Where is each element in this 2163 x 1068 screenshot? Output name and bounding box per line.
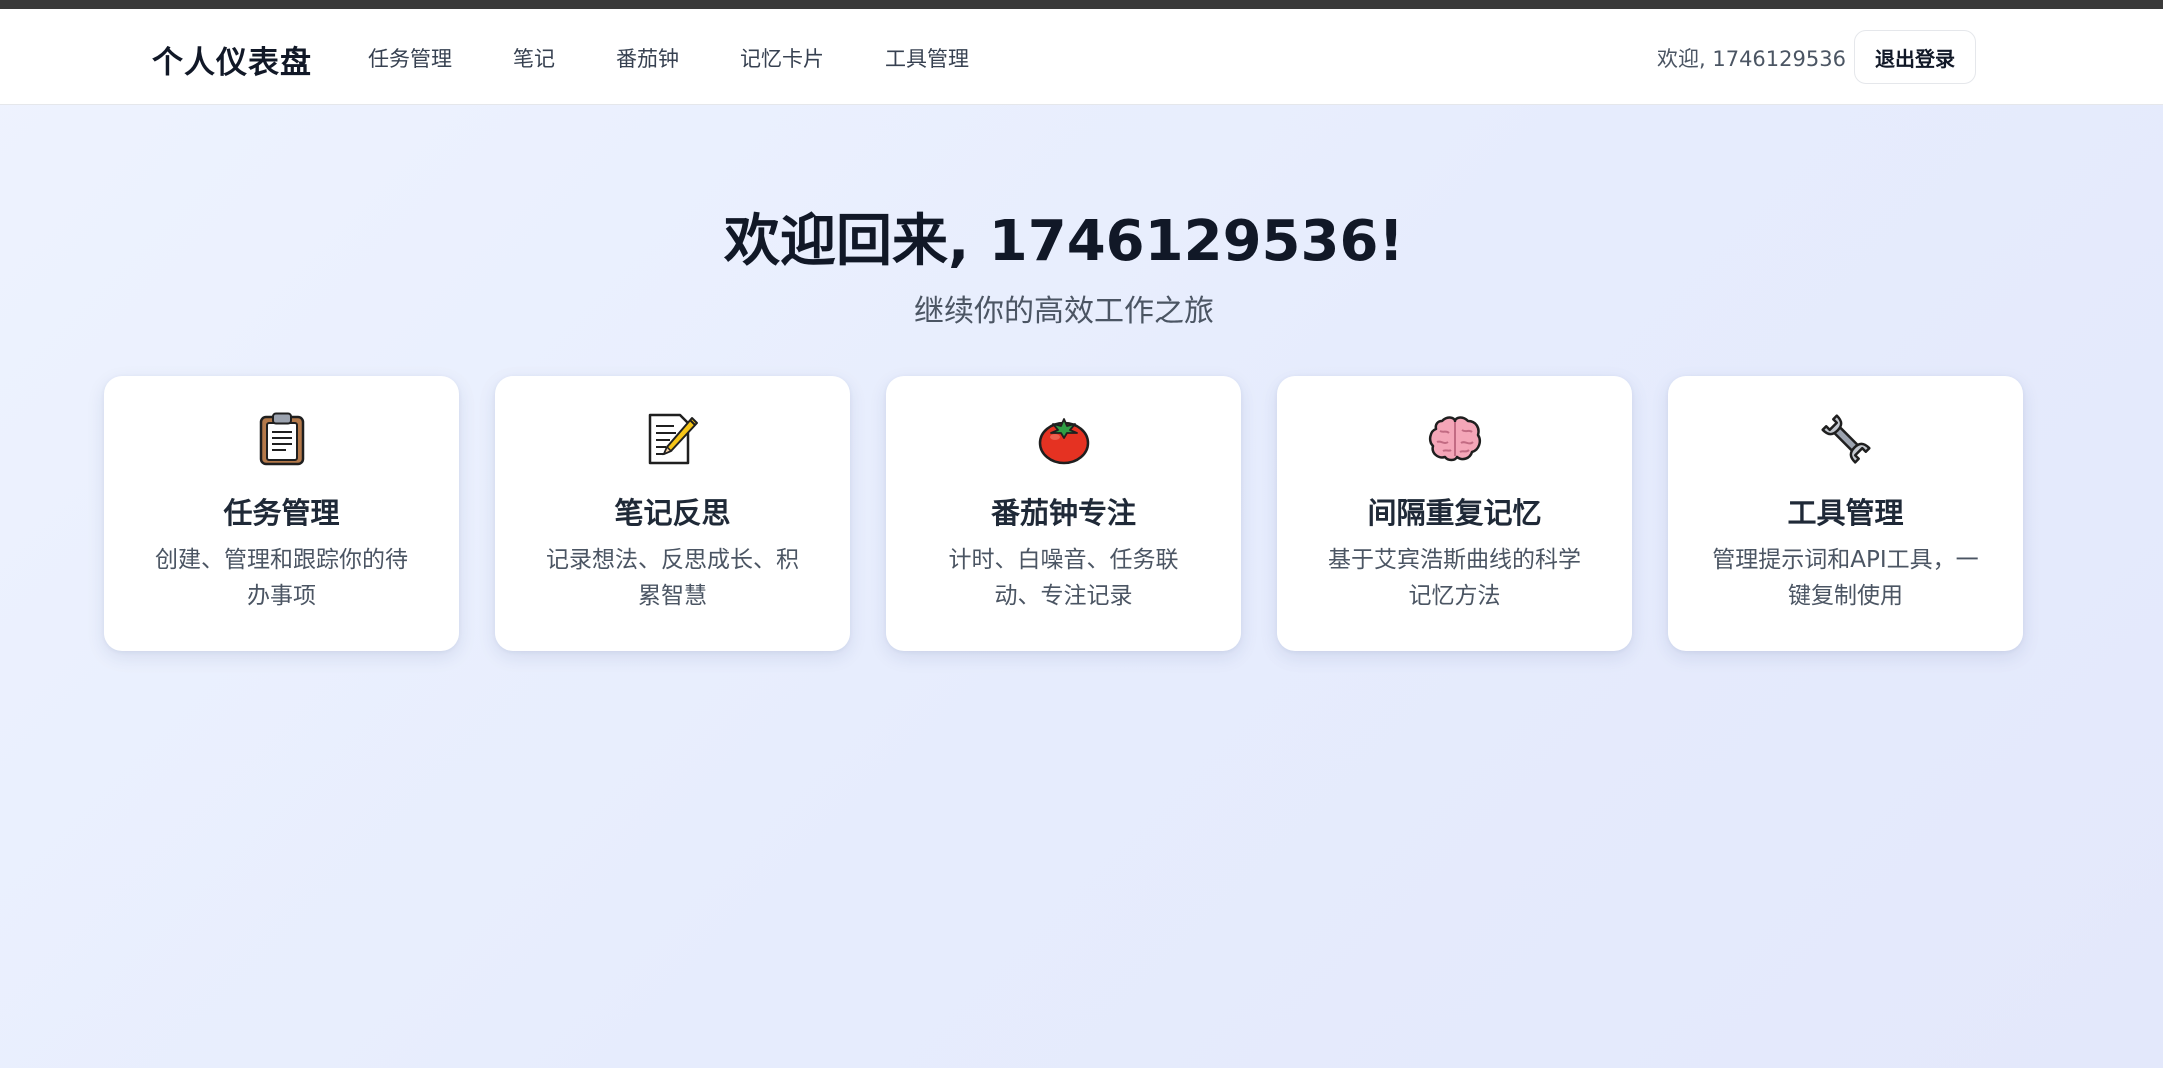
brand-logo[interactable]: 个人仪表盘: [152, 37, 312, 82]
nav-link-pomodoro[interactable]: 番茄钟: [616, 43, 679, 73]
hero-title: 欢迎回来, 1746129536!: [724, 209, 1404, 274]
logout-button[interactable]: 退出登录: [1854, 30, 1976, 84]
wrench-icon: [1668, 411, 2023, 467]
card-description: 记录想法、反思成长、积累智慧: [546, 547, 799, 609]
feature-card-memory[interactable]: 间隔重复记忆 基于艾宾浩斯曲线的科学记忆方法: [1277, 376, 1632, 651]
feature-card-tasks[interactable]: 任务管理 创建、管理和跟踪你的待办事项: [104, 376, 459, 651]
nav-link-tasks[interactable]: 任务管理: [368, 43, 452, 73]
nav-links: 任务管理 笔记 番茄钟 记忆卡片 工具管理: [368, 43, 969, 73]
nav-link-flashcards[interactable]: 记忆卡片: [740, 43, 824, 73]
clipboard-icon: [104, 411, 459, 467]
hero-subtitle: 继续你的高效工作之旅: [914, 294, 1214, 329]
card-title: 番茄钟专注: [990, 496, 1136, 530]
card-description: 基于艾宾浩斯曲线的科学记忆方法: [1328, 547, 1581, 609]
feature-card-pomodoro[interactable]: 番茄钟专注 计时、白噪音、任务联动、专注记录: [886, 376, 1241, 651]
card-description: 管理提示词和API工具，一键复制使用: [1712, 547, 1979, 609]
card-description: 计时、白噪音、任务联动、专注记录: [948, 547, 1179, 609]
welcome-user-text: 欢迎, 1746129536: [1657, 47, 1846, 71]
card-title: 工具管理: [1787, 496, 1904, 530]
navbar: 个人仪表盘 任务管理 笔记 番茄钟 记忆卡片 工具管理 欢迎, 17461295…: [0, 9, 2163, 105]
feature-card-notes[interactable]: 笔记反思 记录想法、反思成长、积累智慧: [495, 376, 850, 651]
card-description: 创建、管理和跟踪你的待办事项: [155, 547, 408, 609]
tomato-icon: [886, 411, 1241, 467]
window-top-strip: [0, 0, 2163, 9]
memo-icon: [495, 411, 850, 467]
nav-link-notes[interactable]: 笔记: [513, 43, 555, 73]
card-title: 间隔重复记忆: [1367, 496, 1542, 530]
card-title: 任务管理: [223, 496, 340, 530]
card-title: 笔记反思: [614, 496, 731, 530]
brain-icon: [1277, 411, 1632, 467]
feature-card-tools[interactable]: 工具管理 管理提示词和API工具，一键复制使用: [1668, 376, 2023, 651]
nav-link-tools[interactable]: 工具管理: [885, 43, 969, 73]
feature-cards: 任务管理 创建、管理和跟踪你的待办事项 笔记反思 记录想法、反思成长、积累智慧 …: [104, 376, 2023, 651]
